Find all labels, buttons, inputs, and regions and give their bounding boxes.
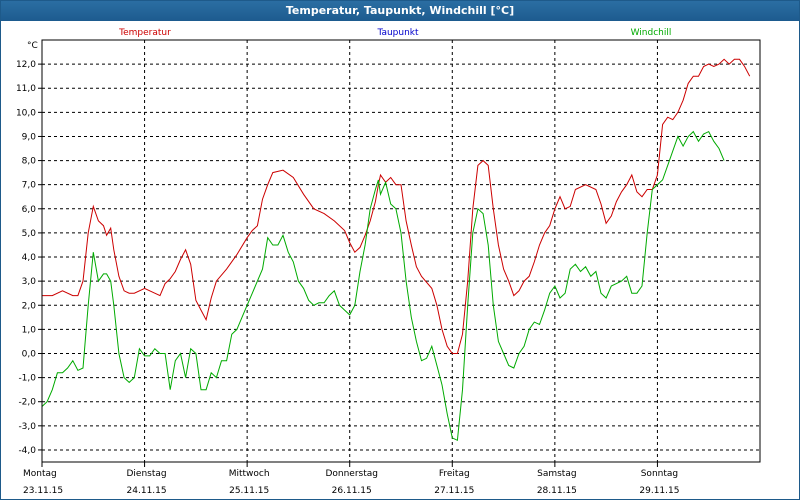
y-tick-label: 12,0 [16, 60, 36, 70]
y-tick-label: 4,0 [22, 253, 37, 263]
y-tick-label: 10,0 [16, 108, 36, 118]
y-tick-label: -4,0 [18, 446, 36, 456]
y-tick-label: 1,0 [22, 325, 37, 335]
x-weekday-label: Mittwoch [229, 469, 270, 479]
x-date-label: 27.11.15 [434, 486, 474, 496]
x-weekday-label: Dienstag [127, 469, 167, 479]
y-tick-label: 7,0 [22, 181, 37, 191]
x-date-label: 29.11.15 [639, 486, 679, 496]
x-weekday-label: Freitag [439, 469, 470, 479]
x-date-label: 26.11.15 [332, 486, 372, 496]
legend-entry-taupunkt: Taupunkt [376, 28, 419, 38]
window-title: Temperatur, Taupunkt, Windchill [°C] [1, 1, 799, 21]
y-tick-label: 2,0 [22, 301, 37, 311]
legend-entry-windchill: Windchill [631, 28, 672, 38]
grid-lines [42, 40, 760, 462]
y-tick-label: 9,0 [22, 132, 37, 142]
y-tick-label: 6,0 [22, 205, 37, 215]
legend: Temperatur Taupunkt Windchill [118, 28, 671, 38]
line-chart: -4,0 -3,0 -2,0 -1,0 0,0 1,0 2,0 3,0 4,0 5,0 6,0 7,0… [16, 28, 761, 496]
y-tick-label: 5,0 [22, 229, 37, 239]
x-date-label: 24.11.15 [127, 486, 167, 496]
x-date-label: 28.11.15 [537, 486, 577, 496]
x-weekday-label: Sonntag [641, 469, 678, 479]
y-tick-label: 11,0 [16, 84, 36, 94]
x-weekday-label: Donnerstag [325, 469, 378, 479]
plot-frame [41, 39, 761, 463]
series-lines [41, 58, 751, 442]
y-tick-label: -1,0 [18, 374, 36, 384]
x-date-label: 23.11.15 [23, 486, 63, 496]
series-line-temperatur [42, 58, 751, 354]
y-tick-label: 8,0 [22, 157, 37, 167]
y-tick-label: -3,0 [18, 422, 36, 432]
y-tick-label: 3,0 [22, 277, 37, 287]
x-weekday-label: Samstag [537, 469, 576, 479]
y-tick-label: -2,0 [18, 398, 36, 408]
y-tick-label: 0,0 [22, 349, 37, 359]
legend-entry-temperatur: Temperatur [118, 28, 171, 38]
x-weekday-label: Montag [23, 469, 57, 479]
axis-labels: -4,0 -3,0 -2,0 -1,0 0,0 1,0 2,0 3,0 4,0 5,0 6,0 7,0… [16, 41, 680, 496]
chart-window: Temperatur, Taupunkt, Windchill [°C] -4,… [0, 0, 800, 500]
x-date-label: 25.11.15 [229, 486, 269, 496]
y-unit-label: °C [27, 41, 38, 51]
